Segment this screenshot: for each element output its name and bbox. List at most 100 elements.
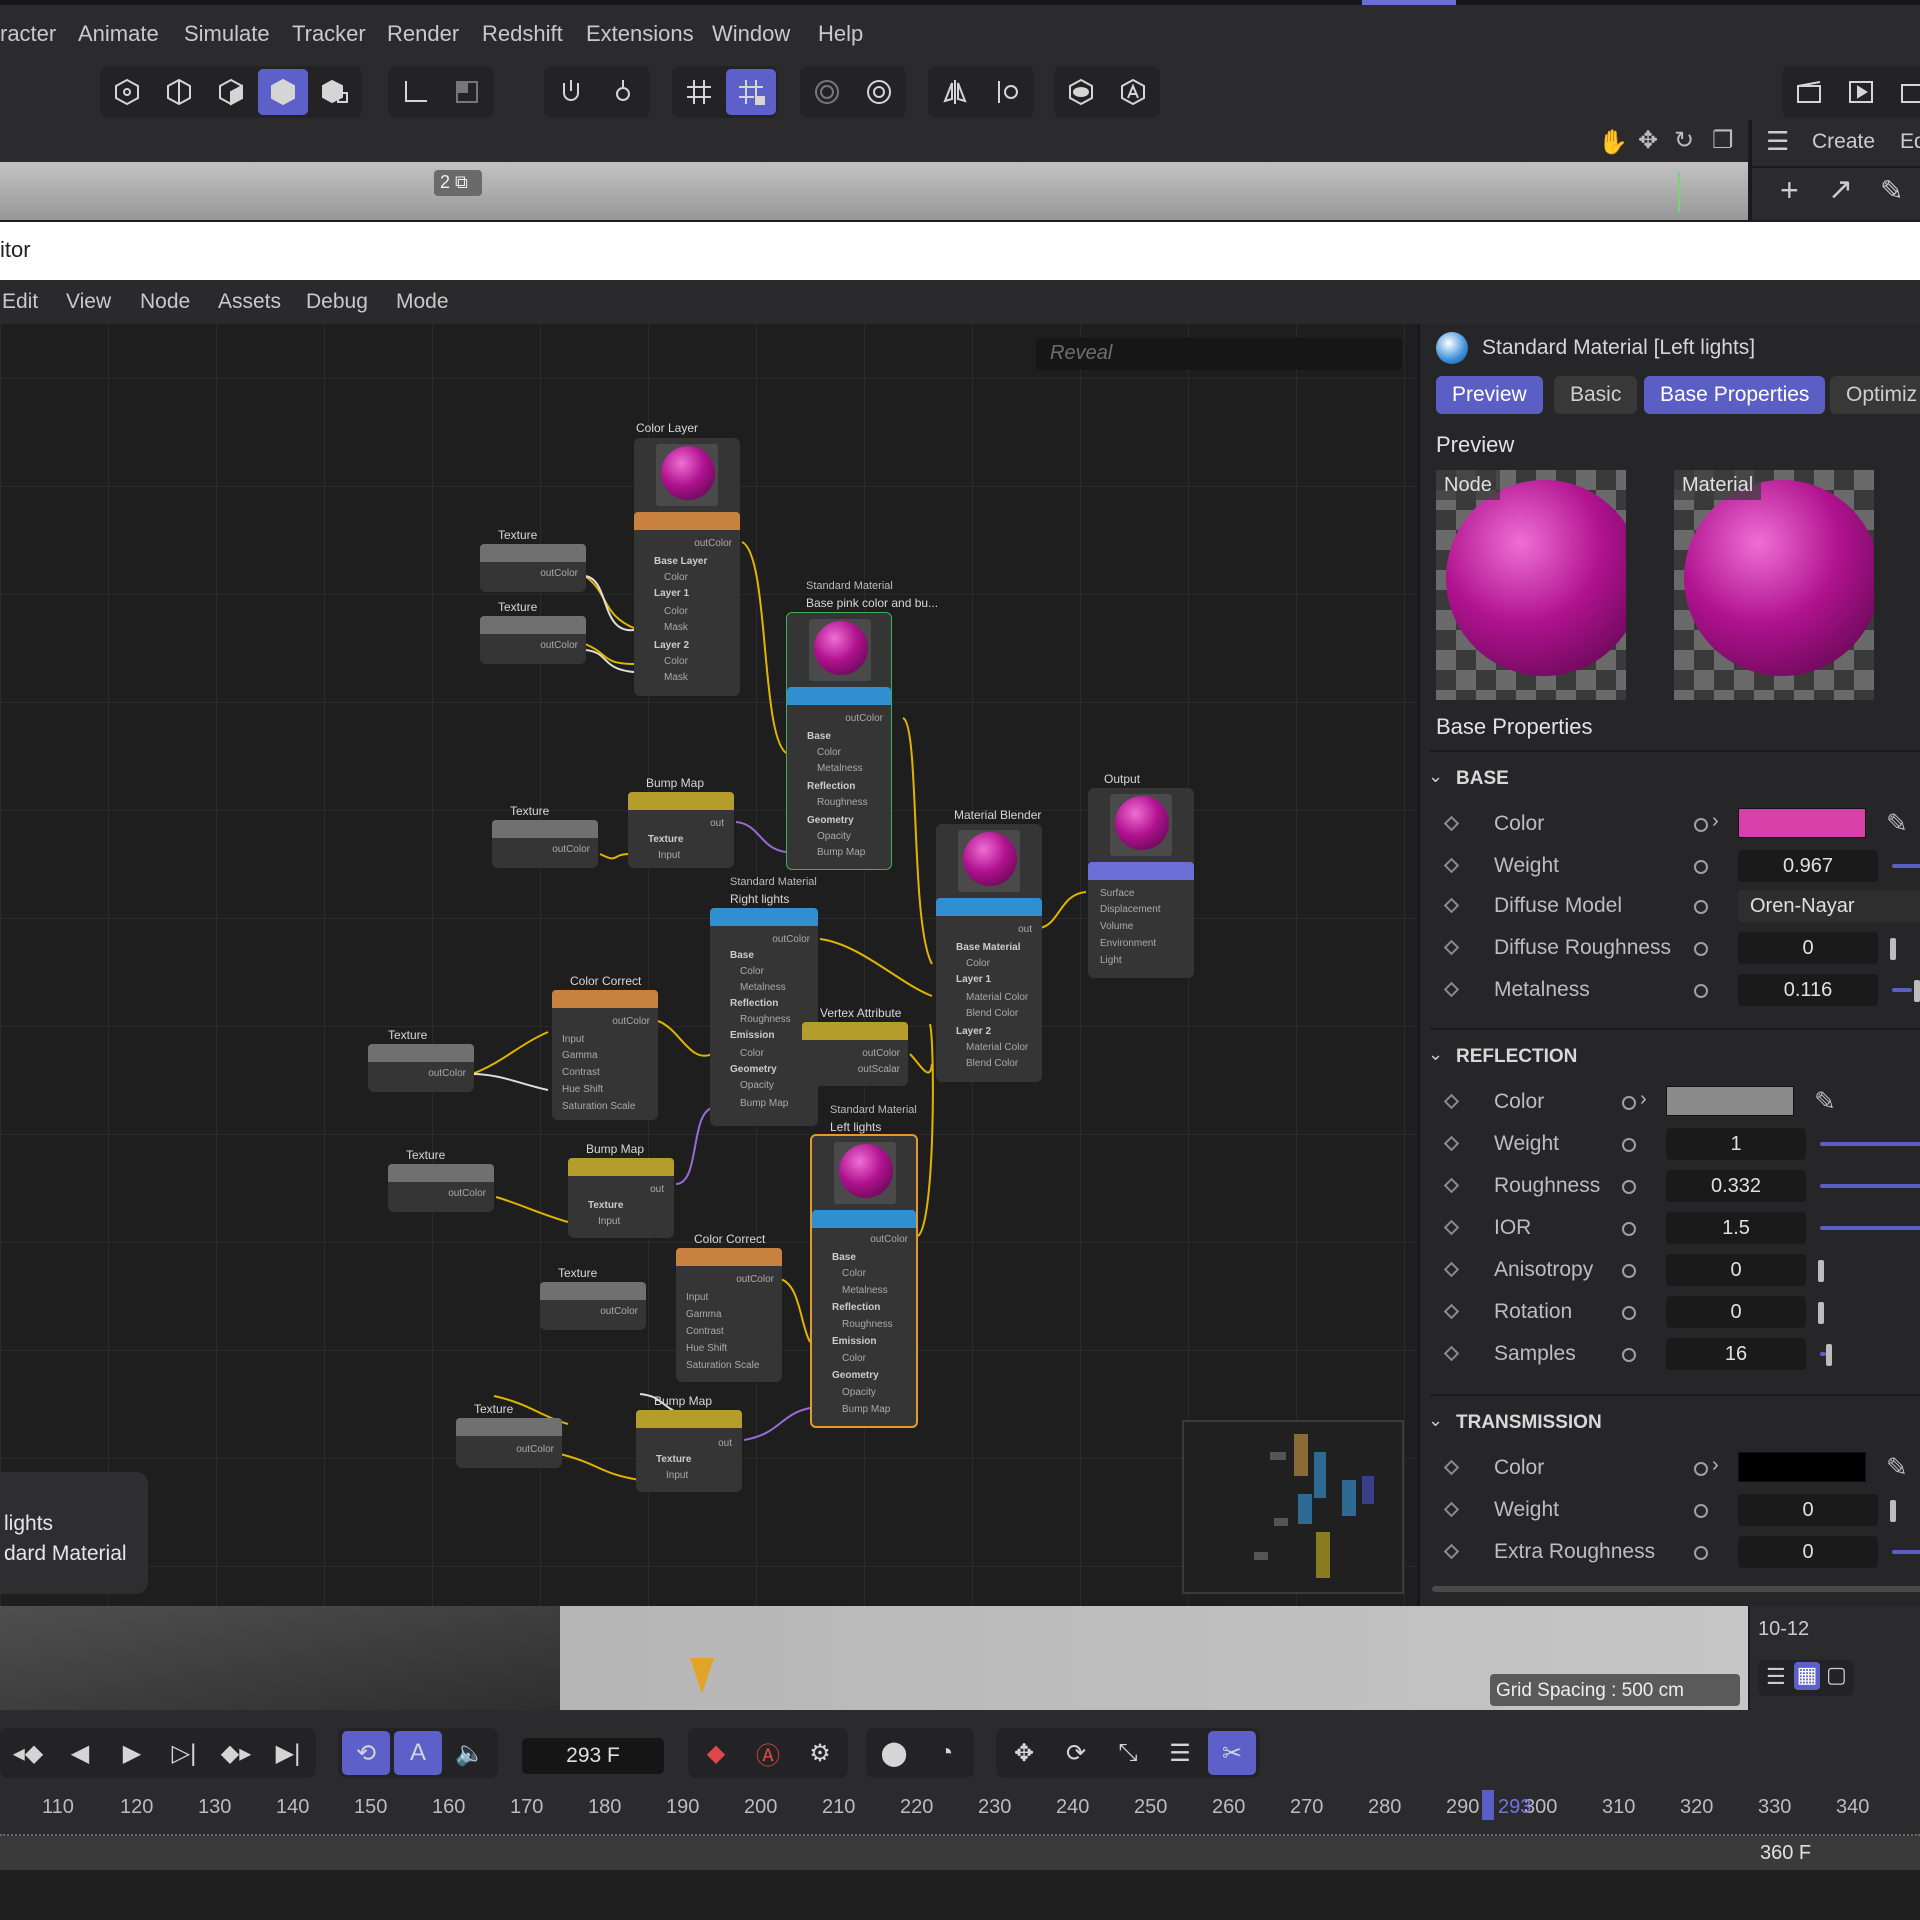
- single-view-icon[interactable]: ▢: [1826, 1662, 1847, 1688]
- chevron-right-icon[interactable]: ›: [1712, 1454, 1719, 1477]
- visibility-icon[interactable]: [1056, 69, 1106, 115]
- node-standard-material-right[interactable]: outColor Base Color Metalness Reflection…: [710, 908, 818, 1126]
- grid-lock-icon[interactable]: [726, 69, 776, 115]
- autokey-record-icon[interactable]: Ⓐ: [744, 1731, 792, 1775]
- chevron-right-icon[interactable]: ›: [1640, 1088, 1647, 1111]
- menu-simulate[interactable]: Simulate: [184, 21, 270, 47]
- lower-viewport[interactable]: [0, 1606, 1748, 1710]
- menu-help[interactable]: Help: [818, 21, 863, 47]
- record-icon[interactable]: ◆: [692, 1731, 740, 1775]
- port-ring-icon[interactable]: [1622, 1348, 1636, 1362]
- transmission-weight-field[interactable]: 0: [1738, 1494, 1878, 1526]
- extra-roughness-field[interactable]: 0: [1738, 1536, 1878, 1568]
- tab-preview[interactable]: Preview: [1436, 376, 1543, 414]
- arrow-icon[interactable]: ↗: [1828, 172, 1853, 207]
- symmetry-settings-icon[interactable]: [982, 69, 1032, 115]
- transmission-group-title[interactable]: TRANSMISSION: [1456, 1412, 1602, 1434]
- diffuse-roughness-field[interactable]: 0: [1738, 932, 1878, 964]
- base-color-swatch[interactable]: [1738, 808, 1866, 838]
- metalness-slider-knob[interactable]: [1914, 980, 1920, 1002]
- annotation-icon[interactable]: [1108, 69, 1158, 115]
- menu-tracker[interactable]: Tracker: [292, 21, 366, 47]
- menu-render[interactable]: Render: [387, 21, 459, 47]
- key-param-icon[interactable]: ☰: [1156, 1731, 1204, 1775]
- keyframe-diamond-icon[interactable]: [1443, 1093, 1460, 1110]
- keyframe-diamond-icon[interactable]: [1443, 1501, 1460, 1518]
- snap-settings-icon[interactable]: [598, 69, 648, 115]
- reflection-color-swatch[interactable]: [1666, 1086, 1794, 1116]
- node-output[interactable]: Surface Displacement Volume Environment …: [1088, 788, 1194, 978]
- samples-field[interactable]: 16: [1666, 1338, 1806, 1370]
- node-bump-map[interactable]: out Texture Input: [568, 1158, 674, 1238]
- tab-optimize[interactable]: Optimiz: [1830, 376, 1920, 414]
- port-ring-icon[interactable]: [1694, 1462, 1708, 1476]
- rotate-view-icon[interactable]: ↻: [1674, 126, 1694, 155]
- reflection-group-title[interactable]: REFLECTION: [1456, 1046, 1577, 1068]
- move-view-icon[interactable]: ✥: [1638, 126, 1658, 155]
- node-texture[interactable]: outColor: [540, 1282, 646, 1330]
- eyedropper-icon[interactable]: ✎: [1880, 174, 1903, 207]
- key-move-icon[interactable]: ✥: [1000, 1731, 1048, 1775]
- port-ring-icon[interactable]: [1694, 1504, 1708, 1518]
- grid-snap-icon[interactable]: [674, 69, 724, 115]
- samples-slider-knob[interactable]: [1826, 1344, 1832, 1366]
- node-color-layer[interactable]: outColor Base Layer Color Layer 1 Color …: [634, 438, 740, 696]
- keyframe-diamond-icon[interactable]: [1443, 1543, 1460, 1560]
- rotation-field[interactable]: 0: [1666, 1296, 1806, 1328]
- grid-view-icon[interactable]: ▦: [1794, 1662, 1820, 1690]
- maximize-view-icon[interactable]: ❐: [1712, 126, 1734, 155]
- current-frame-field[interactable]: 293 F: [522, 1738, 664, 1774]
- key-scale-icon[interactable]: ⤡: [1104, 1731, 1152, 1775]
- metalness-field[interactable]: 0.116: [1738, 974, 1878, 1006]
- node-standard-material-base[interactable]: outColor Base Color Metalness Reflection…: [786, 612, 892, 870]
- sound-icon[interactable]: 🔈: [446, 1731, 494, 1775]
- auto-key-icon[interactable]: A: [394, 1731, 442, 1775]
- loop-icon[interactable]: ⟲: [342, 1731, 390, 1775]
- menu-animate[interactable]: Animate: [78, 21, 159, 47]
- keyframe-diamond-icon[interactable]: [1443, 1177, 1460, 1194]
- symmetry-icon[interactable]: [930, 69, 980, 115]
- menu-character[interactable]: racter: [0, 21, 56, 47]
- port-ring-icon[interactable]: [1694, 1546, 1708, 1560]
- menu-assets[interactable]: Assets: [218, 290, 281, 314]
- keyframe-diamond-icon[interactable]: [1443, 939, 1460, 956]
- node-material-blender[interactable]: out Base Material Color Layer 1 Material…: [936, 824, 1042, 1082]
- viewport-3d[interactable]: 2 ⧉: [0, 162, 1748, 220]
- keyframe-diamond-icon[interactable]: [1443, 981, 1460, 998]
- keyframe-diamond-icon[interactable]: [1443, 1261, 1460, 1278]
- roughness-slider[interactable]: [1820, 1184, 1920, 1188]
- port-ring-icon[interactable]: [1694, 942, 1708, 956]
- next-key-icon[interactable]: ◆▸: [212, 1731, 260, 1775]
- reveal-search-input[interactable]: Reveal: [1036, 338, 1402, 370]
- texture-mode-icon[interactable]: [310, 69, 360, 115]
- list-view-icon[interactable]: ☰: [1766, 1664, 1786, 1690]
- hand-pan-icon[interactable]: ✋: [1598, 128, 1628, 157]
- key-pla-icon[interactable]: ✂: [1208, 1731, 1256, 1775]
- keyframe-diamond-icon[interactable]: [1443, 1303, 1460, 1320]
- node-color-correct[interactable]: outColor Input Gamma Contrast Hue Shift …: [676, 1248, 782, 1382]
- tab-basic[interactable]: Basic: [1554, 376, 1638, 414]
- port-ring-icon[interactable]: [1694, 984, 1708, 998]
- port-ring-icon[interactable]: [1622, 1096, 1636, 1110]
- reflection-weight-field[interactable]: 1: [1666, 1128, 1806, 1160]
- chevron-right-icon[interactable]: ›: [1712, 810, 1719, 833]
- node-texture[interactable]: outColor: [368, 1044, 474, 1092]
- next-frame-icon[interactable]: ▷|: [160, 1731, 208, 1775]
- edit-menu[interactable]: Ed: [1900, 130, 1920, 154]
- transmission-weight-slider[interactable]: [1890, 1500, 1896, 1522]
- port-ring-icon[interactable]: [1622, 1180, 1636, 1194]
- port-ring-icon[interactable]: [1622, 1222, 1636, 1236]
- key-settings-icon[interactable]: ⚙: [796, 1731, 844, 1775]
- node-color-correct[interactable]: outColor Input Gamma Contrast Hue Shift …: [552, 990, 658, 1120]
- horizontal-scrollbar[interactable]: [1432, 1586, 1920, 1592]
- roughness-field[interactable]: 0.332: [1666, 1170, 1806, 1202]
- menu-view[interactable]: View: [66, 290, 111, 314]
- reflection-weight-slider[interactable]: [1820, 1142, 1920, 1146]
- node-vertex-attribute[interactable]: outColor outScalar: [802, 1022, 908, 1086]
- previous-frame-icon[interactable]: ◀: [56, 1731, 104, 1775]
- timeline-range-bar[interactable]: [0, 1836, 1920, 1870]
- diffuse-roughness-slider[interactable]: [1890, 938, 1896, 960]
- port-ring-icon[interactable]: [1622, 1138, 1636, 1152]
- anisotropy-slider[interactable]: [1818, 1260, 1824, 1282]
- create-menu[interactable]: Create: [1812, 130, 1875, 154]
